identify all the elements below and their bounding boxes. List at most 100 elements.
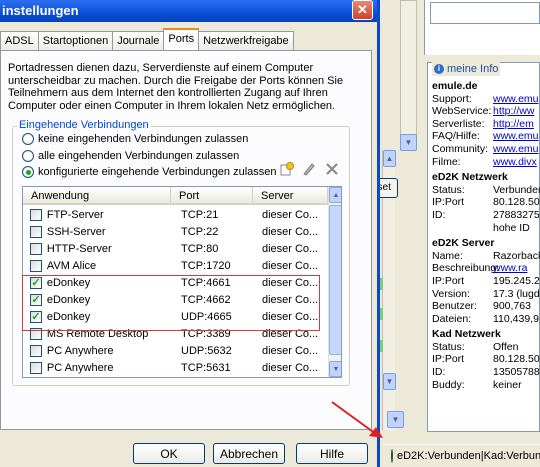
info-row: FAQ/Hilfe: www.emu <box>432 130 540 143</box>
info-link[interactable]: www.divx <box>493 156 537 169</box>
status-bar: eD2K:Verbunden|Kad:Verbunden <box>383 444 540 467</box>
bg-vertical-scrollbar[interactable] <box>400 0 417 150</box>
cancel-button[interactable]: Abbrechen <box>213 443 285 464</box>
checkbox-unchecked-icon[interactable] <box>30 361 42 374</box>
row-application: PC Anywhere <box>46 344 114 357</box>
tab-journale[interactable]: Journale <box>112 31 165 50</box>
info-row: Version: 17.3 (lugd <box>432 288 540 301</box>
info-title: meine Info <box>447 63 499 75</box>
column-header-port[interactable]: Port <box>171 187 253 205</box>
table-row[interactable]: PC Anywhere UDP:5632 dieser Co... <box>23 342 328 359</box>
table-row[interactable]: AVM Alice TCP:1720 dieser Co... <box>23 257 328 274</box>
list-scrollbar[interactable]: ▲ ▼ <box>328 187 341 377</box>
checkbox-unchecked-icon[interactable] <box>30 225 42 238</box>
row-application: SSH-Server <box>46 225 106 238</box>
table-row[interactable]: FTP-Server TCP:21 dieser Co... <box>23 206 328 223</box>
edonkey-highlight-box <box>22 275 320 331</box>
checkbox-unchecked-icon[interactable] <box>30 242 42 255</box>
column-header-application[interactable]: Anwendung <box>23 187 171 205</box>
table-row[interactable]: HTTP-Server TCP:80 dieser Co... <box>23 240 328 257</box>
row-application: FTP-Server <box>46 208 104 221</box>
tab-startoptionen[interactable]: Startoptionen <box>37 31 114 50</box>
info-key: Version: <box>432 287 470 300</box>
info-key: Benutzer: <box>432 300 477 313</box>
tab-strip: ADSL Startoptionen Journale Ports Netzwerkfr… <box>0 28 294 50</box>
checkbox-unchecked-icon[interactable] <box>30 259 42 272</box>
row-port: TCP:80 <box>181 242 219 255</box>
table-row[interactable]: SSH-Server TCP:22 dieser Co... <box>23 223 328 240</box>
info-value: keiner <box>493 378 522 391</box>
radio-option-1[interactable]: keine eingehenden Verbindungen zulassen <box>22 133 248 145</box>
help-button[interactable]: Hilfe <box>296 443 368 464</box>
info-key: Status: <box>432 183 465 196</box>
delete-icon[interactable] <box>323 161 341 177</box>
info-link[interactable]: www.emu <box>493 93 539 106</box>
info-row: Filme: www.divx <box>432 156 540 169</box>
radio-button-icon[interactable] <box>22 133 34 145</box>
column-header-server[interactable]: Server <box>253 187 328 205</box>
info-link[interactable]: http://em <box>493 118 534 131</box>
bg-scroll-down-icon[interactable]: ▼ <box>387 411 404 428</box>
row-server: dieser Co... <box>261 225 319 238</box>
radio-option-2[interactable]: alle eingehenden Verbindungen zulassen <box>22 150 239 162</box>
info-value: 80.128.50 <box>493 353 540 366</box>
checkbox-unchecked-icon[interactable] <box>30 344 42 357</box>
table-row[interactable]: PC Anywhere TCP:5631 dieser Co... <box>23 359 328 376</box>
bg-scroll-down-icon[interactable]: ▼ <box>383 373 396 390</box>
bg-scroll-up-icon[interactable]: ▲ <box>383 150 396 167</box>
info-value: 195.245.2 <box>493 274 540 287</box>
info-icon: i <box>434 64 444 74</box>
info-key: ID: <box>432 208 446 221</box>
info-section-title: emule.de <box>432 80 478 92</box>
scroll-up-icon[interactable]: ▲ <box>329 187 341 203</box>
new-item-icon[interactable] <box>277 161 295 177</box>
network-globe-icon <box>391 449 393 463</box>
radio-button-icon[interactable] <box>22 150 34 162</box>
info-link[interactable]: www.emu <box>493 143 539 156</box>
tab-adsl[interactable]: ADSL <box>0 31 39 50</box>
bg-scroll-down-icon[interactable]: ▼ <box>400 134 417 151</box>
row-port: UDP:5632 <box>181 344 232 357</box>
radio-button-icon[interactable] <box>22 166 34 178</box>
info-link[interactable]: www.emu <box>493 130 539 143</box>
info-section-title: eD2K Netzwerk <box>432 171 508 184</box>
info-panel-header: i meine Info <box>432 62 501 76</box>
info-link[interactable]: http://ww <box>493 105 534 118</box>
info-value: Razorback <box>493 249 540 262</box>
info-row: IP:Port 80.128.50 <box>432 196 540 209</box>
ok-button[interactable]: OK <box>133 443 205 464</box>
info-key: Community: <box>432 142 489 155</box>
checkbox-unchecked-icon[interactable] <box>30 208 42 221</box>
list-header: Anwendung Port Server <box>23 187 328 205</box>
row-application: HTTP-Server <box>46 242 112 255</box>
info-row: Status: Offen <box>432 341 540 354</box>
info-link[interactable]: www.ra <box>493 262 527 275</box>
radio-label: konfigurierte eingehende Verbindungen zu… <box>38 166 277 178</box>
info-key: FAQ/Hilfe: <box>432 130 480 143</box>
info-key: Name: <box>432 249 463 262</box>
row-port: TCP:1720 <box>181 259 231 272</box>
tab-ports[interactable]: Ports <box>163 28 200 50</box>
info-row: Support: www.emu <box>432 93 540 106</box>
tab-netzwerkfreigabe[interactable]: Netzwerkfreigabe <box>198 31 294 50</box>
info-key: IP:Port <box>432 274 465 287</box>
info-value: Offen <box>493 340 519 353</box>
info-key: Dateien: <box>432 312 472 325</box>
scroll-down-icon[interactable]: ▼ <box>329 361 341 377</box>
info-value: Verbunden <box>493 183 540 196</box>
info-section-title: Kad Netzwerk <box>432 328 501 341</box>
row-port: TCP:21 <box>181 208 219 221</box>
info-row: Benutzer: 900,763 <box>432 300 540 313</box>
radio-option-3[interactable]: konfigurierte eingehende Verbindungen zu… <box>22 166 277 178</box>
ports-description: Portadressen dienen dazu, Serverdienste … <box>8 62 344 112</box>
bg-text-field[interactable] <box>430 2 540 24</box>
edit-icon[interactable] <box>300 161 318 177</box>
info-value: 900,763 <box>493 300 531 313</box>
info-row: IP:Port 80.128.50 <box>432 353 540 366</box>
close-icon[interactable]: ✕ <box>352 0 373 20</box>
scroll-thumb[interactable] <box>329 205 341 355</box>
dialog-title: instellungen <box>0 0 377 22</box>
info-row: IP:Port 195.245.2 <box>432 275 540 288</box>
settings-dialog: instellungen ✕ ADSL Startoptionen Journale… <box>0 0 380 467</box>
row-port: TCP:22 <box>181 225 219 238</box>
